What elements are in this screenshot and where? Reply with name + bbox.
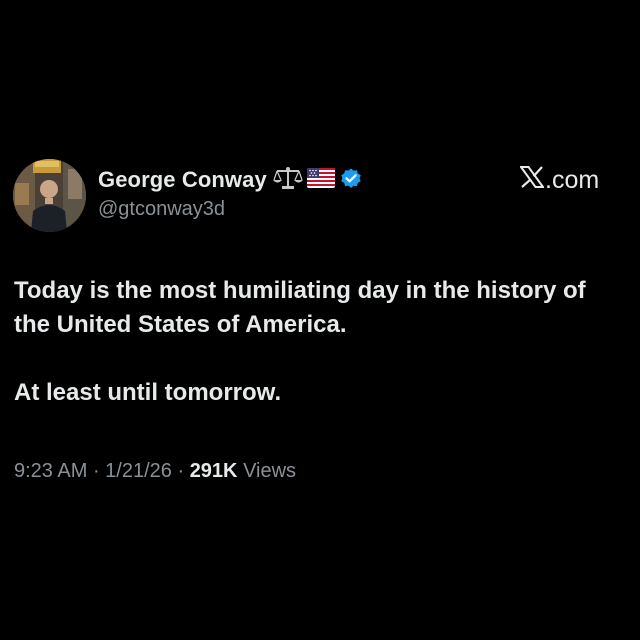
tweet-date[interactable]: 1/21/26	[105, 460, 172, 482]
x-com-brand[interactable]: .com	[519, 166, 600, 195]
tweet-paragraph-1: Today is the most humiliating day in the…	[14, 277, 586, 338]
user-handle[interactable]: @gtconway3d	[98, 198, 367, 221]
avatar[interactable]	[13, 159, 86, 232]
views-count: 291K	[189, 460, 238, 482]
tweet-paragraph-2: At least until tomorrow.	[14, 379, 282, 406]
meta-separator-2: ·	[171, 460, 190, 482]
scales-icon	[272, 166, 303, 195]
author-block: George Conway @gtconway3d	[98, 165, 367, 221]
verified-badge-icon[interactable]	[339, 166, 363, 195]
tweet-time[interactable]: 9:23 AM	[14, 460, 87, 482]
meta-separator-1: ·	[87, 460, 106, 482]
tweet-text: Today is the most humiliating day in the…	[14, 274, 614, 410]
us-flag-icon	[306, 167, 335, 193]
name-icons	[272, 166, 367, 195]
name-row: George Conway	[98, 165, 367, 195]
avatar-photo	[13, 159, 86, 232]
tweet-meta: 9:23 AM · 1/21/26 · 291K Views	[14, 460, 296, 483]
views-label: Views	[243, 460, 297, 482]
x-logo-icon	[519, 166, 545, 195]
x-com-suffix: .com	[545, 166, 600, 194]
tweet-card: George Conway @gtconway3d .com Today is …	[0, 0, 640, 640]
display-name[interactable]: George Conway	[98, 167, 267, 193]
